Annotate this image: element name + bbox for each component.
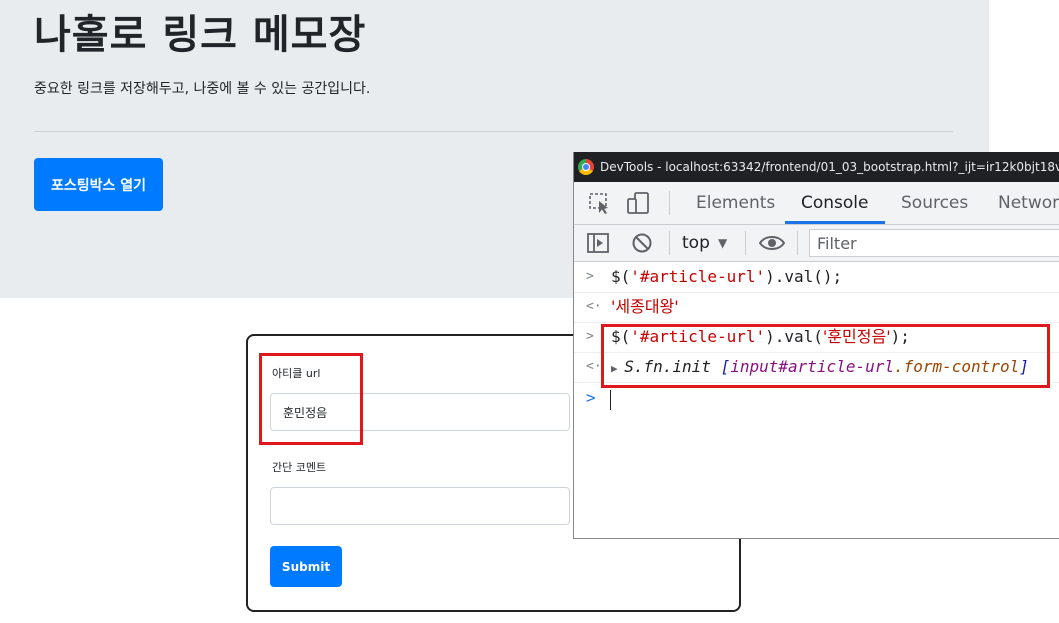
divider bbox=[34, 131, 953, 132]
page-lead: 중요한 링크를 저장해두고, 나중에 볼 수 있는 공간입니다. bbox=[34, 81, 371, 97]
console-result-line: <· ▶ S.fn.init [input#article-url.form-c… bbox=[574, 352, 1059, 383]
toolbar-separator bbox=[669, 191, 670, 215]
article-url-input[interactable]: 훈민정음 bbox=[270, 393, 570, 431]
tab-elements[interactable]: Elements bbox=[696, 182, 775, 224]
tab-network[interactable]: Network bbox=[998, 182, 1059, 224]
console-text-cursor[interactable] bbox=[610, 390, 611, 410]
console-filter-input[interactable]: Filter bbox=[809, 229, 1059, 257]
console-result-line: <· '세종대왕' bbox=[574, 292, 1059, 323]
console-output: > $('#article-url').val(); <· '세종대왕' > $… bbox=[574, 262, 1059, 538]
tab-console[interactable]: Console bbox=[801, 182, 869, 224]
open-posting-box-button[interactable]: 포스팅박스 열기 bbox=[34, 158, 163, 211]
devtools-window-title: DevTools - localhost:63342/frontend/01_0… bbox=[600, 160, 1059, 174]
inspect-element-icon[interactable] bbox=[588, 191, 612, 215]
result-arrow-icon: <· bbox=[586, 299, 602, 314]
active-tab-indicator bbox=[785, 221, 885, 224]
expandable-object[interactable]: ▶ S.fn.init [input#article-url.form-cont… bbox=[611, 352, 1029, 384]
device-toolbar-icon[interactable] bbox=[626, 191, 650, 215]
active-prompt-icon: > bbox=[586, 388, 596, 407]
comment-input[interactable] bbox=[270, 487, 570, 525]
page-title: 나홀로 링크 메모장 bbox=[34, 12, 367, 58]
eye-icon[interactable] bbox=[758, 231, 786, 255]
console-input-line: > $('#article-url').val('훈민정음'); bbox=[574, 322, 1059, 353]
input-prompt-icon: > bbox=[586, 329, 594, 344]
toolbar-separator bbox=[797, 231, 798, 255]
sidebar-toggle-icon[interactable] bbox=[586, 231, 610, 255]
devtools-titlebar: DevTools - localhost:63342/frontend/01_0… bbox=[574, 152, 1059, 182]
chevron-down-icon[interactable]: ▼ bbox=[718, 225, 727, 261]
article-url-label: 아티클 url bbox=[272, 367, 321, 380]
result-arrow-icon: <· bbox=[586, 359, 602, 374]
chrome-logo-icon bbox=[578, 159, 594, 175]
console-input-line: > $('#article-url').val(); bbox=[574, 262, 1059, 293]
submit-button[interactable]: Submit bbox=[270, 546, 342, 587]
context-selector[interactable]: top bbox=[682, 225, 710, 261]
devtools-window: DevTools - localhost:63342/frontend/01_0… bbox=[573, 152, 1059, 539]
console-toolbar: top ▼ Filter bbox=[574, 225, 1059, 262]
expand-triangle-icon: ▶ bbox=[611, 362, 625, 375]
clear-console-icon[interactable] bbox=[630, 231, 654, 255]
toolbar-separator bbox=[745, 231, 746, 255]
tab-sources[interactable]: Sources bbox=[901, 182, 968, 224]
input-prompt-icon: > bbox=[586, 269, 594, 284]
devtools-tab-bar: Elements Console Sources Network bbox=[574, 182, 1059, 225]
comment-label: 간단 코멘트 bbox=[272, 461, 327, 474]
toolbar-separator bbox=[669, 231, 670, 255]
